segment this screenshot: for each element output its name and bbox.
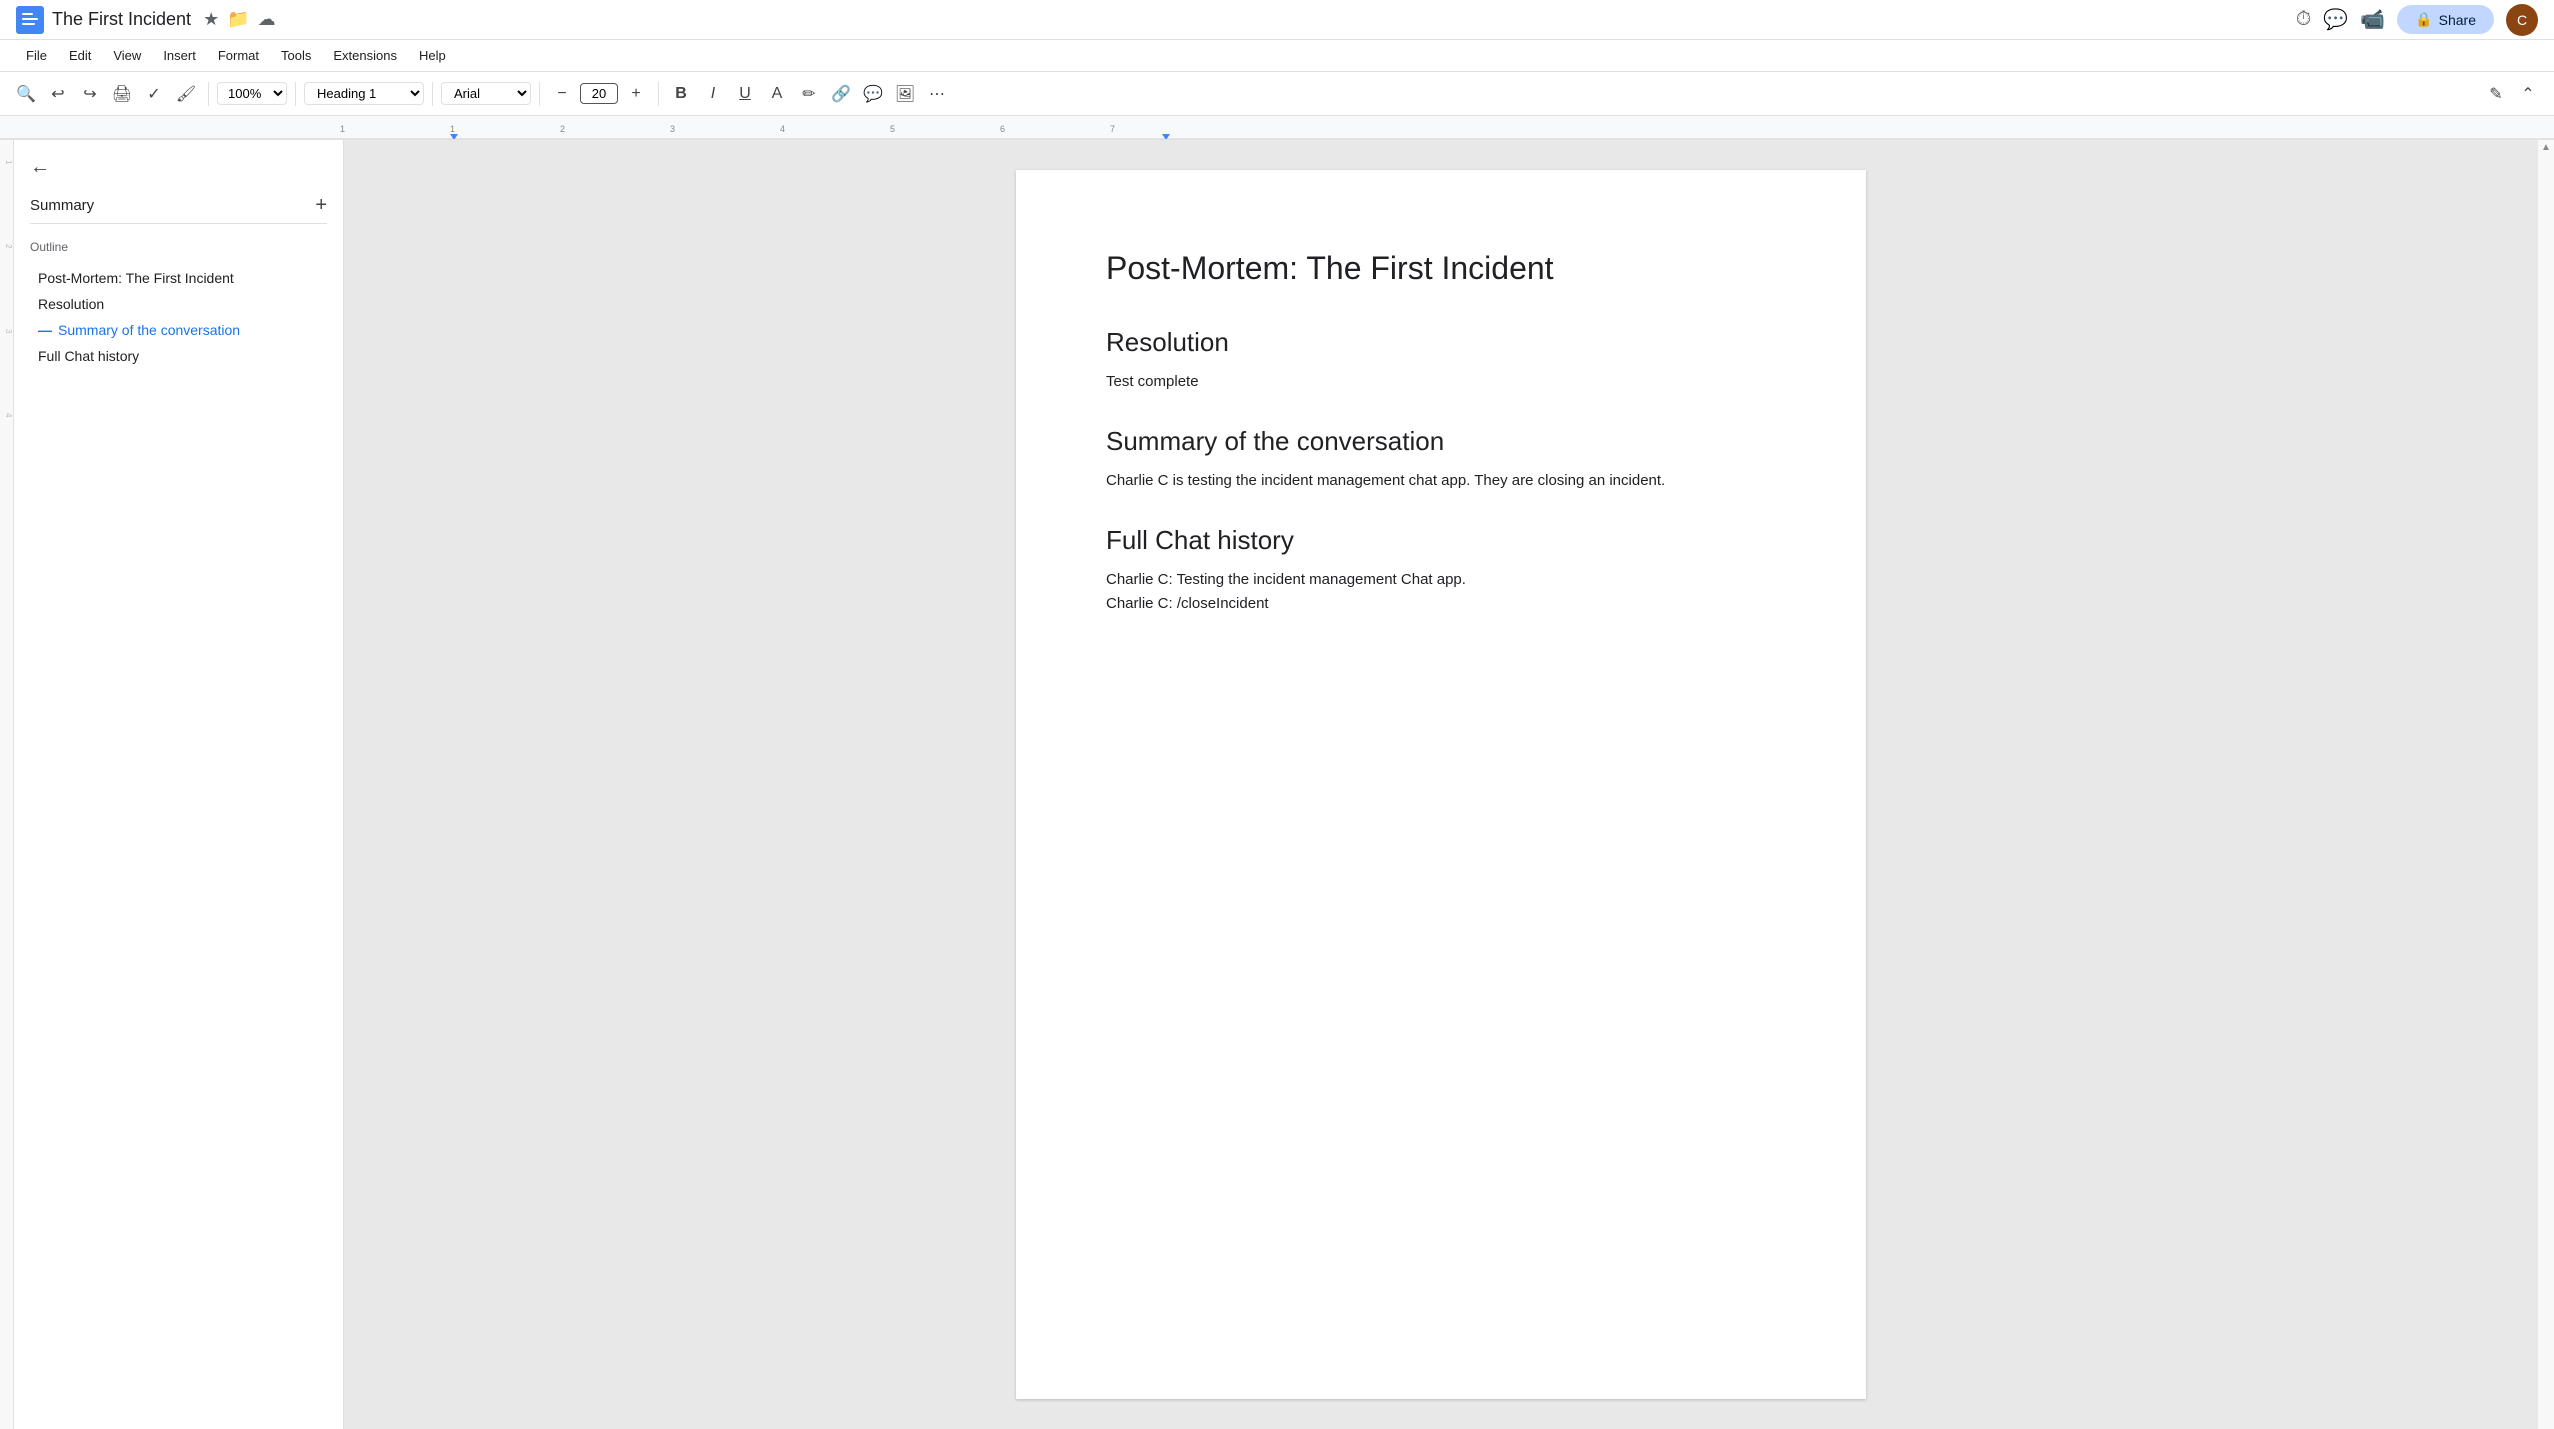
outline-item-3[interactable]: Full Chat history [30, 344, 327, 368]
menu-tools[interactable]: Tools [271, 44, 321, 67]
sidebar-back-button[interactable]: ← [30, 156, 327, 179]
active-dash-icon: — [38, 322, 52, 338]
edit-mode-button[interactable]: ✎ [2482, 80, 2510, 108]
toolbar-divider-3 [432, 82, 433, 106]
right-panel: ▲ [2538, 140, 2554, 1429]
avatar[interactable]: C [2506, 4, 2538, 36]
cloud-icon[interactable]: ☁ [258, 9, 276, 30]
decrease-font-button[interactable]: − [548, 80, 576, 108]
svg-text:7: 7 [1110, 124, 1115, 134]
font-selector[interactable]: Arial [441, 82, 531, 105]
chat-line-1: Charlie C: /closeIncident [1106, 592, 1776, 616]
sidebar: ← Summary + Outline Post-Mortem: The Fir… [14, 140, 344, 1429]
print-button[interactable]: 🖨 [108, 80, 136, 108]
title-bar-right: ⏱ 💬 📹 🔒 Share C [2296, 4, 2538, 36]
body-resolution[interactable]: Test complete [1106, 370, 1776, 394]
zoom-selector[interactable]: 100% [217, 82, 287, 105]
sidebar-summary-label: Summary [30, 197, 94, 214]
main-area: 1 2 3 4 ← Summary + Outline Post-Mortem:… [0, 140, 2554, 1429]
toolbar-right: ✎ ⌃ [2482, 80, 2542, 108]
folder-icon[interactable]: 📁 [227, 9, 249, 30]
menu-format[interactable]: Format [208, 44, 269, 67]
comment-button[interactable]: 💬 [859, 80, 887, 108]
toolbar-divider-5 [658, 82, 659, 106]
ruler: 1 1 2 3 4 5 6 7 [0, 116, 2554, 140]
text-color-button[interactable]: A [763, 80, 791, 108]
italic-button[interactable]: I [699, 80, 727, 108]
lock-icon: 🔒 [2415, 11, 2432, 28]
heading-summary[interactable]: Summary of the conversation [1106, 426, 1776, 457]
bold-button[interactable]: B [667, 80, 695, 108]
left-gutter: 1 2 3 4 [0, 140, 14, 1429]
sidebar-summary-row: Summary + [30, 195, 327, 215]
increase-font-button[interactable]: + [622, 80, 650, 108]
sidebar-outline-label: Outline [30, 240, 327, 254]
toolbar-divider-1 [208, 82, 209, 106]
toolbar: 🔍 ↩ ↪ 🖨 ✓ 🖌 100% Heading 1 Arial − + B I… [0, 72, 2554, 116]
outline-item-1[interactable]: Resolution [30, 292, 327, 316]
toolbar-divider-2 [295, 82, 296, 106]
menu-bar: File Edit View Insert Format Tools Exten… [0, 40, 2554, 72]
back-arrow-icon: ← [30, 156, 50, 179]
history-icon[interactable]: ⏱ [2296, 8, 2312, 31]
menu-file[interactable]: File [16, 44, 57, 67]
menu-insert[interactable]: Insert [153, 44, 206, 67]
image-button[interactable]: 🖼 [891, 80, 919, 108]
menu-edit[interactable]: Edit [59, 44, 101, 67]
heading-resolution[interactable]: Resolution [1106, 327, 1776, 358]
spellcheck-button[interactable]: ✓ [140, 80, 168, 108]
menu-help[interactable]: Help [409, 44, 456, 67]
highlight-button[interactable]: ✏ [795, 80, 823, 108]
share-button[interactable]: 🔒 Share [2397, 5, 2494, 34]
document-page: Post-Mortem: The First Incident Resoluti… [1016, 170, 1866, 1399]
app-icon [16, 6, 44, 34]
underline-button[interactable]: U [731, 80, 759, 108]
sidebar-add-button[interactable]: + [315, 195, 327, 215]
toolbar-divider-4 [539, 82, 540, 106]
search-button[interactable]: 🔍 [12, 80, 40, 108]
svg-text:1: 1 [340, 124, 345, 134]
undo-button[interactable]: ↩ [44, 80, 72, 108]
more-options-button[interactable]: ⋯ [923, 80, 951, 108]
outline-item-0[interactable]: Post-Mortem: The First Incident [30, 266, 327, 290]
paintformat-button[interactable]: 🖌 [172, 80, 200, 108]
chat-line-0: Charlie C: Testing the incident manageme… [1106, 568, 1776, 592]
font-size-input[interactable] [580, 83, 618, 104]
svg-text:3: 3 [670, 124, 675, 134]
sidebar-divider [30, 223, 327, 224]
collapse-button[interactable]: ⌃ [2514, 80, 2542, 108]
comments-icon[interactable]: 💬 [2323, 7, 2348, 32]
svg-text:4: 4 [780, 124, 785, 134]
document-area[interactable]: Post-Mortem: The First Incident Resoluti… [344, 140, 2538, 1429]
title-bar: The First Incident ★ 📁 ☁ ⏱ 💬 📹 🔒 Share C [0, 0, 2554, 40]
body-chat-history[interactable]: Charlie C: Testing the incident manageme… [1106, 568, 1776, 616]
menu-view[interactable]: View [103, 44, 151, 67]
meet-icon[interactable]: 📹 [2360, 7, 2385, 32]
link-button[interactable]: 🔗 [827, 80, 855, 108]
body-summary[interactable]: Charlie C is testing the incident manage… [1106, 469, 1776, 493]
document-main-title[interactable]: Post-Mortem: The First Incident [1106, 250, 1776, 287]
star-icon[interactable]: ★ [203, 9, 219, 30]
svg-text:1: 1 [450, 124, 455, 134]
scroll-up-arrow[interactable]: ▲ [2539, 140, 2553, 155]
svg-text:5: 5 [890, 124, 895, 134]
outline-item-2[interactable]: — Summary of the conversation [30, 318, 327, 342]
redo-button[interactable]: ↪ [76, 80, 104, 108]
svg-text:6: 6 [1000, 124, 1005, 134]
style-selector[interactable]: Heading 1 [304, 82, 424, 105]
heading-chat-history[interactable]: Full Chat history [1106, 525, 1776, 556]
svg-text:2: 2 [560, 124, 565, 134]
title-icon-group: ★ 📁 ☁ [203, 9, 276, 30]
menu-extensions[interactable]: Extensions [323, 44, 407, 67]
document-title: The First Incident [52, 9, 191, 30]
